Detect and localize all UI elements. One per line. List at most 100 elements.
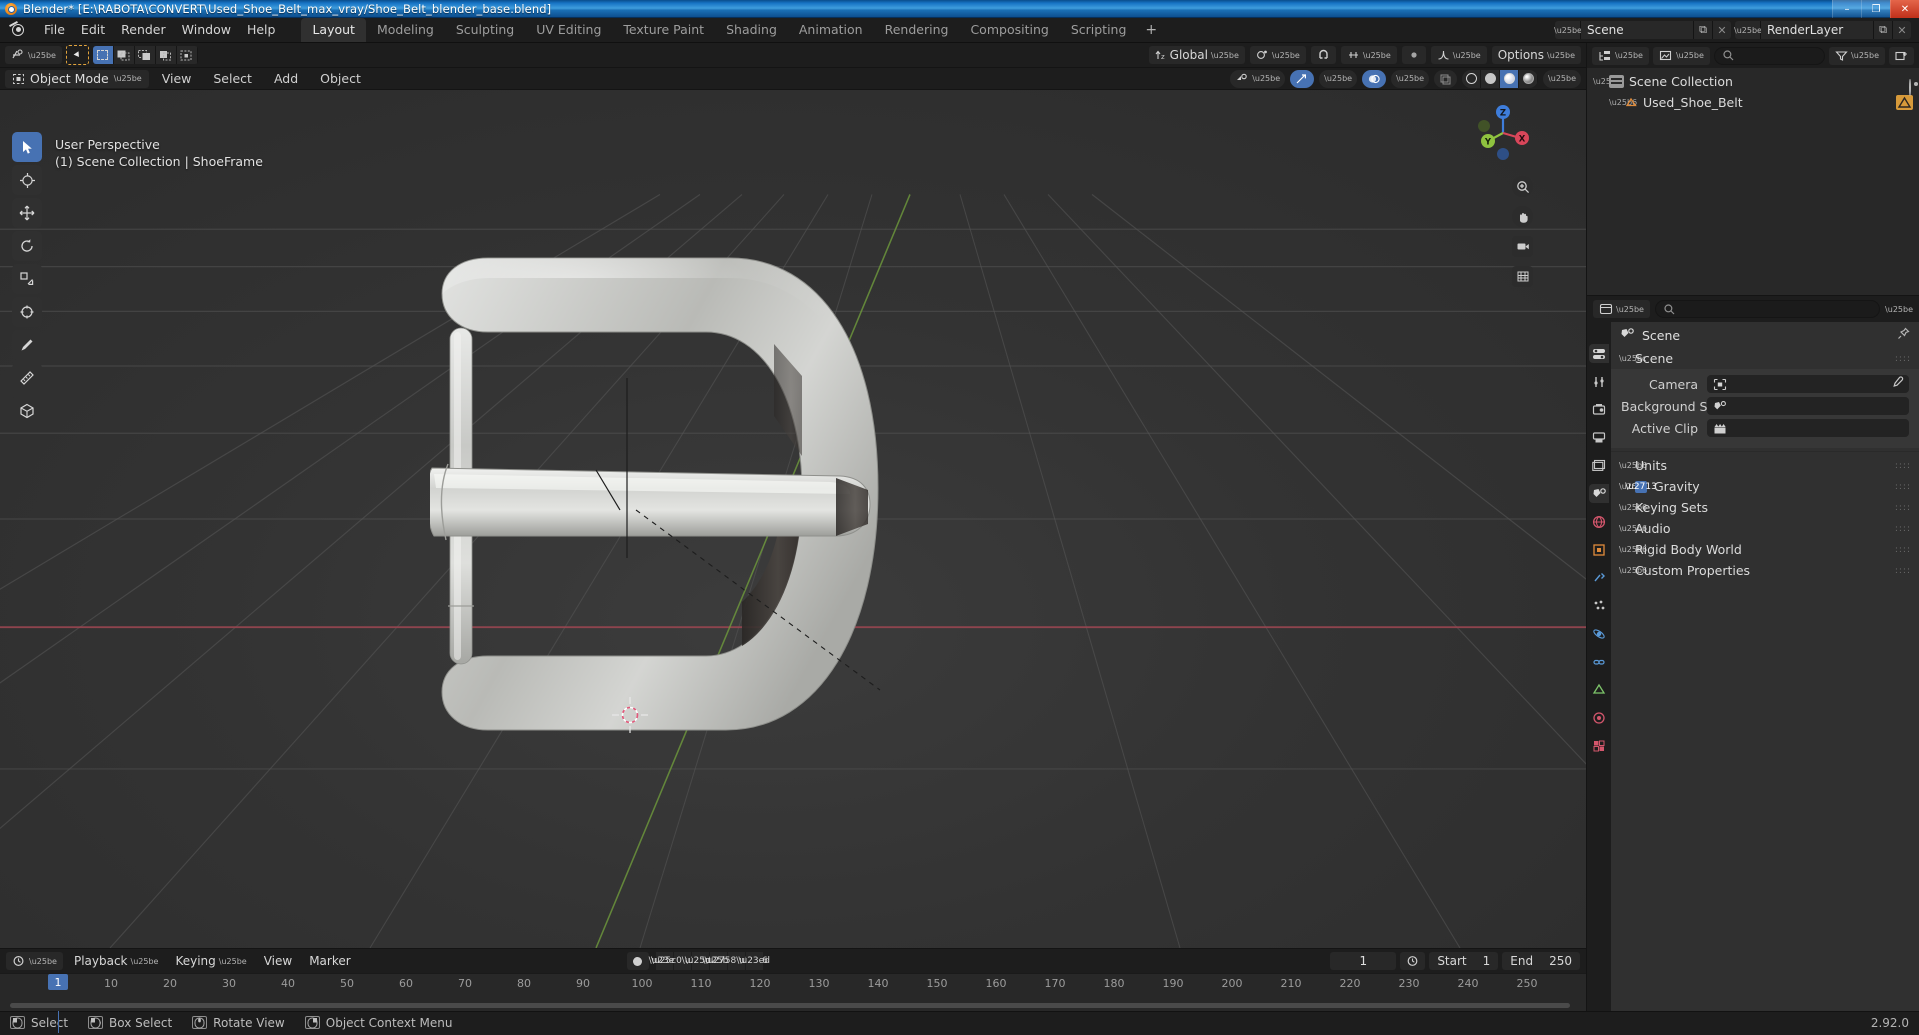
rotate-tool[interactable] [12,231,42,261]
menu-help[interactable]: Help [239,20,284,40]
select-subtract-button[interactable] [134,46,156,64]
timeline-track-area[interactable] [0,995,1586,1033]
view-layer-duplicate-button[interactable]: ⧉ [1873,21,1892,39]
3d-viewport[interactable]: User Perspective (1) Scene Collection | … [0,90,1586,948]
properties-search-input[interactable] [1654,300,1881,318]
properties-tab-tool[interactable] [1589,344,1609,363]
timeline-horizontal-scrollbar[interactable] [10,1003,1570,1008]
scene-selector[interactable]: \u25be Scene ⧉ ✕ [1554,21,1731,39]
zoom-icon[interactable] [1512,176,1533,197]
move-tool[interactable] [12,198,42,228]
scene-duplicate-button[interactable]: ⧉ [1693,21,1712,39]
eye-icon[interactable] [1909,79,1911,96]
timeline-ruler[interactable]: 10 20 30 40 50 60 70 80 90 100 110 120 1… [0,973,1586,995]
editor-type-icon[interactable]: \u25be [5,46,62,64]
use-preview-range-icon[interactable] [1400,952,1426,970]
blender-logo-icon[interactable] [8,21,30,39]
timeline-menu-playback[interactable]: Playback \u25be [68,952,165,970]
current-frame-field[interactable]: 1 [1330,952,1397,970]
properties-tab-physics[interactable] [1589,624,1609,643]
viewport-menu-select[interactable]: Select [204,70,261,87]
pan-hand-icon[interactable] [1512,206,1533,227]
maximize-button[interactable]: ❐ [1861,0,1890,18]
interaction-mode-dropdown[interactable]: Object Mode \u25be [5,69,149,88]
timeline-menu-marker[interactable]: Marker [303,952,356,970]
timeline-menu-keying[interactable]: Keying \u25be [169,952,252,970]
show-hide-dropdown[interactable]: \u25be [1230,69,1286,88]
properties-tab-output[interactable] [1589,400,1609,419]
shading-wireframe-button[interactable] [1462,69,1482,88]
minimize-button[interactable]: – [1832,0,1861,18]
workspace-tab-compositing[interactable]: Compositing [959,18,1059,42]
shading-solid-button[interactable] [1481,69,1501,88]
proportional-edit-toggle[interactable] [1401,46,1426,64]
frame-end-field[interactable]: End 250 [1502,952,1580,970]
properties-tab-particles[interactable] [1589,596,1609,615]
snap-magnet-icon[interactable] [1310,46,1336,64]
overlays-dropdown[interactable]: \u25be [1391,69,1430,88]
pivot-point-dropdown[interactable]: \u25be [1249,46,1306,64]
transform-tool[interactable] [12,297,42,327]
properties-tab-modifiers[interactable] [1589,568,1609,587]
shading-material-preview-button[interactable] [1500,69,1520,88]
shoe-belt-buckle-model[interactable] [426,206,890,776]
shading-rendered-button[interactable] [1519,69,1539,88]
select-set-button[interactable] [92,46,114,64]
properties-tab-view-layer[interactable] [1589,428,1609,447]
view-layer-selector[interactable]: \u25be RenderLayer ⧉ ✕ [1734,21,1911,39]
expand-arrow-icon[interactable]: \u25bc [1593,77,1620,86]
scene-name-field[interactable]: Scene [1581,21,1693,39]
overlays-toggle[interactable] [1362,69,1387,88]
panel-header-rigid-body-world[interactable]: \u25b6 Rigid Body World :::: [1611,539,1919,560]
properties-tab-scene[interactable] [1589,484,1609,503]
properties-tab-material[interactable] [1589,708,1609,727]
menu-file[interactable]: File [36,20,73,40]
timeline-playhead[interactable]: 1 [48,974,68,990]
workspace-tab-shading[interactable]: Shading [715,18,788,42]
scale-tool[interactable] [12,264,42,294]
outliner-editor-type-icon[interactable]: \u25be [1592,46,1649,65]
outliner-search-input[interactable] [1713,46,1826,65]
properties-header-chevron-icon[interactable]: \u25be [1885,305,1913,314]
workspace-tab-texture-paint[interactable]: Texture Paint [612,18,715,42]
workspace-tab-scripting[interactable]: Scripting [1060,18,1138,42]
panel-header-gravity[interactable]: \u25b6 \u2713 Gravity :::: [1611,476,1919,497]
cursor-tool[interactable] [12,165,42,195]
eyedropper-icon[interactable] [1891,376,1904,392]
view-layer-unlink-button[interactable]: ✕ [1892,21,1911,39]
properties-tab-object-data[interactable] [1589,680,1609,699]
workspace-tab-modeling[interactable]: Modeling [366,18,445,42]
ortho-persp-icon[interactable] [1512,266,1533,287]
add-cube-tool[interactable] [12,396,42,426]
panel-header-keying-sets[interactable]: \u25b6 Keying Sets :::: [1611,497,1919,518]
panel-header-units[interactable]: \u25b6 Units :::: [1611,455,1919,476]
timeline-editor-icon[interactable]: \u25be [6,952,63,970]
viewport-options-dropdown[interactable]: Options \u25be [1491,46,1581,64]
pin-icon[interactable] [1897,327,1910,343]
gizmo-toggle[interactable] [1290,69,1315,88]
gravity-checkbox[interactable]: \u2713 [1625,480,1657,493]
outliner-filter-icon[interactable]: \u25be [1829,46,1885,65]
menu-window[interactable]: Window [174,20,239,40]
navigation-gizmo[interactable]: Z Y X [1472,102,1534,164]
scene-unlink-button[interactable]: ✕ [1712,21,1731,39]
workspace-tab-layout[interactable]: Layout [301,18,366,42]
select-intersect-button[interactable] [176,46,198,64]
workspace-tab-uv-editing[interactable]: UV Editing [525,18,612,42]
properties-tab-render[interactable] [1589,372,1609,391]
frame-start-field[interactable]: Start 1 [1429,952,1499,970]
viewport-menu-object[interactable]: Object [311,70,370,87]
auto-keying-record-button[interactable] [626,952,649,970]
expand-arrow-icon[interactable]: \u25b6 [1609,98,1637,107]
panel-header-custom-properties[interactable]: \u25b6 Custom Properties :::: [1611,560,1919,581]
timeline-menu-view[interactable]: View [258,952,298,970]
snap-target-dropdown[interactable]: \u25be [1340,46,1397,64]
mesh-data-badge-icon[interactable] [1896,95,1913,110]
properties-tab-scene-images[interactable] [1589,456,1609,475]
xray-toggle[interactable] [1434,69,1458,88]
active-clip-field[interactable] [1707,419,1909,437]
outliner-row-object[interactable]: \u25b6 Used_Shoe_Belt [1587,92,1919,113]
camera-field[interactable] [1707,375,1909,393]
properties-tab-constraints[interactable] [1589,652,1609,671]
menu-render[interactable]: Render [113,20,174,40]
